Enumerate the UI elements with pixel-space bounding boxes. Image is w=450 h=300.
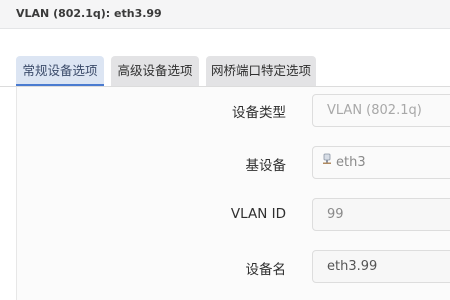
- vlan-id-label: VLAN ID: [230, 206, 286, 222]
- base-device-select[interactable]: eth3: [312, 146, 450, 179]
- device-type-field: VLAN (802.1q): [312, 94, 450, 127]
- network-port-icon: [321, 147, 333, 177]
- device-name-value: eth3.99: [327, 259, 378, 274]
- base-device-value: eth3: [336, 155, 366, 170]
- tab-bar: 常规设备选项 高级设备选项 网桥端口特定选项: [0, 54, 450, 87]
- vlan-id-input[interactable]: 99: [312, 198, 450, 231]
- window-titlebar: VLAN (802.1q): eth3.99: [0, 0, 450, 29]
- base-device-label: 基设备: [245, 158, 287, 174]
- tab-bridge-port-options[interactable]: 网桥端口特定选项: [206, 56, 316, 86]
- device-type-label: 设备类型: [232, 105, 286, 121]
- device-name-input[interactable]: eth3.99: [312, 250, 450, 283]
- device-type-value: VLAN (802.1q): [327, 103, 422, 118]
- tab-general-device-options[interactable]: 常规设备选项: [16, 56, 104, 86]
- device-name-label: 设备名: [245, 262, 287, 278]
- vlan-id-value: 99: [327, 207, 344, 222]
- tab-advanced-device-options[interactable]: 高级设备选项: [111, 56, 199, 86]
- window-title: VLAN (802.1q): eth3.99: [16, 7, 162, 20]
